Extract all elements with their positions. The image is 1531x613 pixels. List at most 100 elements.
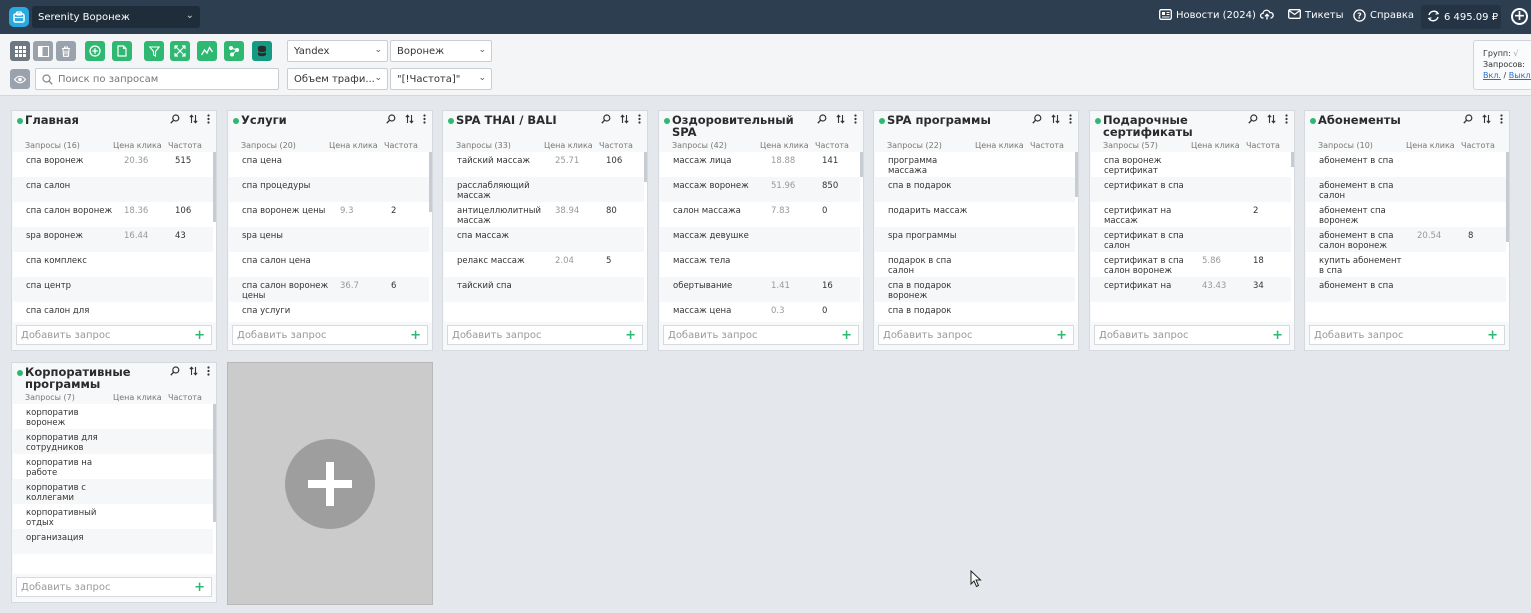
sort-icon[interactable]	[1051, 114, 1060, 127]
scrollbar[interactable]	[1075, 152, 1078, 197]
add-query-button[interactable]: +	[194, 580, 205, 595]
query-row[interactable]: массаж лица 18.88 141	[660, 152, 860, 177]
search-icon[interactable]	[386, 114, 396, 127]
more-vertical-icon[interactable]	[1500, 114, 1503, 127]
grid-view-button[interactable]	[10, 41, 30, 61]
search-input[interactable]	[58, 73, 268, 85]
more-vertical-icon[interactable]	[854, 114, 857, 127]
delete-button[interactable]	[56, 41, 76, 61]
more-vertical-icon[interactable]	[638, 114, 641, 127]
query-row[interactable]: спа массаж	[444, 227, 644, 252]
add-query-input[interactable]	[452, 329, 622, 341]
app-logo-icon[interactable]	[9, 7, 29, 27]
region-select[interactable]: Воронеж ⌄	[390, 40, 492, 62]
sort-icon[interactable]	[620, 114, 629, 127]
balance-button[interactable]: 6 495.09 ₽	[1421, 5, 1501, 29]
cluster-button[interactable]	[170, 41, 190, 61]
query-row[interactable]: массаж цена 0.3 0	[660, 302, 860, 322]
query-row[interactable]: тайский массаж 25.71 106	[444, 152, 644, 177]
query-row[interactable]: спа воронеж 20.36 515	[13, 152, 213, 177]
group-title[interactable]: SPA программы	[887, 114, 1027, 126]
enable-link[interactable]: Вкл.	[1483, 71, 1501, 80]
add-query-button[interactable]: +	[194, 328, 205, 343]
query-row[interactable]: сертификат в спа салон воронеж 5.86 18	[1091, 252, 1291, 277]
query-row[interactable]: спа комплекс	[13, 252, 213, 277]
query-row[interactable]: спа воронеж цены 9.3 2	[229, 202, 429, 227]
query-row[interactable]: спа салон	[13, 177, 213, 202]
query-row[interactable]: сертификат на 43.43 34	[1091, 277, 1291, 302]
more-vertical-icon[interactable]	[423, 114, 426, 127]
query-row[interactable]: антицеллюлитный массаж 38.94 80	[444, 202, 644, 227]
query-row[interactable]: корпоратив с коллегами	[13, 479, 213, 504]
query-row[interactable]: корпоратив на работе	[13, 454, 213, 479]
query-row[interactable]: спа в подарок	[875, 177, 1075, 202]
scrollbar[interactable]	[1506, 152, 1509, 242]
add-query-button[interactable]: +	[1272, 328, 1283, 343]
price-column-header[interactable]: Цена клика	[760, 141, 809, 150]
query-row[interactable]: расслабляющий массаж	[444, 177, 644, 202]
add-query-input[interactable]	[1099, 329, 1269, 341]
query-row[interactable]: подарок в спа салон	[875, 252, 1075, 277]
group-title[interactable]: SPA THAI / BALI	[456, 114, 596, 126]
price-column-header[interactable]: Цена клика	[975, 141, 1024, 150]
query-row[interactable]: сертификат в спа	[1091, 177, 1291, 202]
query-row[interactable]: массаж девушке	[660, 227, 860, 252]
group-title[interactable]: Оздоровительный SPA	[672, 114, 812, 138]
filter-button[interactable]	[144, 41, 164, 61]
search-icon[interactable]	[601, 114, 611, 127]
query-row[interactable]: спа салон для	[13, 302, 213, 322]
add-group-tile[interactable]	[227, 362, 433, 605]
query-row[interactable]: тайский спа	[444, 277, 644, 302]
price-column-header[interactable]: Цена клика	[113, 141, 162, 150]
list-view-button[interactable]	[33, 41, 53, 61]
nodes-button[interactable]	[224, 41, 244, 61]
add-circle-icon[interactable]: +	[1511, 8, 1528, 25]
price-column-header[interactable]: Цена клика	[113, 393, 162, 402]
add-query-input[interactable]	[883, 329, 1053, 341]
search-icon[interactable]	[170, 114, 180, 127]
query-row[interactable]: программа массажа	[875, 152, 1075, 177]
search-engine-select[interactable]: Yandex ⌄	[287, 40, 388, 62]
add-query-button[interactable]: +	[841, 328, 852, 343]
add-query-input[interactable]	[1314, 329, 1484, 341]
scrollbar[interactable]	[644, 152, 647, 182]
query-row[interactable]: спа салон воронеж 18.36 106	[13, 202, 213, 227]
database-button[interactable]	[252, 41, 272, 61]
scrollbar[interactable]	[860, 152, 863, 177]
query-row[interactable]: салон массажа 7.83 0	[660, 202, 860, 227]
sort-icon[interactable]	[1482, 114, 1491, 127]
query-row[interactable]: spa воронеж 16.44 43	[13, 227, 213, 252]
query-row[interactable]: спа салон цена	[229, 252, 429, 277]
add-query-input[interactable]	[21, 581, 191, 593]
search-icon[interactable]	[1463, 114, 1473, 127]
chart-button[interactable]	[197, 41, 217, 61]
price-column-header[interactable]: Цена клика	[1191, 141, 1240, 150]
frequency-select[interactable]: "[!Частота]" ⌄	[390, 68, 492, 90]
frequency-column-header[interactable]: Частота	[815, 141, 849, 150]
price-column-header[interactable]: Цена клика	[1406, 141, 1455, 150]
cloud-sync-button[interactable]	[1259, 9, 1274, 21]
query-row[interactable]: абонемент в спа салон воронеж 20.54 8	[1306, 227, 1506, 252]
frequency-column-header[interactable]: Частота	[1030, 141, 1064, 150]
scrollbar[interactable]	[213, 152, 216, 222]
add-query-input[interactable]	[668, 329, 838, 341]
add-query-button[interactable]: +	[1487, 328, 1498, 343]
frequency-column-header[interactable]: Частота	[168, 141, 202, 150]
query-row[interactable]: спа центр	[13, 277, 213, 302]
query-row[interactable]: корпоратив воронеж	[13, 404, 213, 429]
frequency-column-header[interactable]: Частота	[168, 393, 202, 402]
query-row[interactable]: обертывание 1.41 16	[660, 277, 860, 302]
query-row[interactable]: спа услуги	[229, 302, 429, 322]
more-vertical-icon[interactable]	[1285, 114, 1288, 127]
query-row[interactable]: сертификат на массаж 2	[1091, 202, 1291, 227]
project-select[interactable]: Serenity Воронеж ⌄	[32, 6, 200, 28]
price-column-header[interactable]: Цена клика	[544, 141, 593, 150]
search-icon[interactable]	[1032, 114, 1042, 127]
query-row[interactable]: спа процедуры	[229, 177, 429, 202]
group-title[interactable]: Абонементы	[1318, 114, 1458, 126]
query-row[interactable]: организация	[13, 529, 213, 554]
disable-link[interactable]: Выкл.	[1509, 71, 1531, 80]
add-query-input[interactable]	[21, 329, 191, 341]
visibility-toggle-button[interactable]	[10, 69, 30, 89]
query-row[interactable]: спа салон воронеж цены 36.7 6	[229, 277, 429, 302]
